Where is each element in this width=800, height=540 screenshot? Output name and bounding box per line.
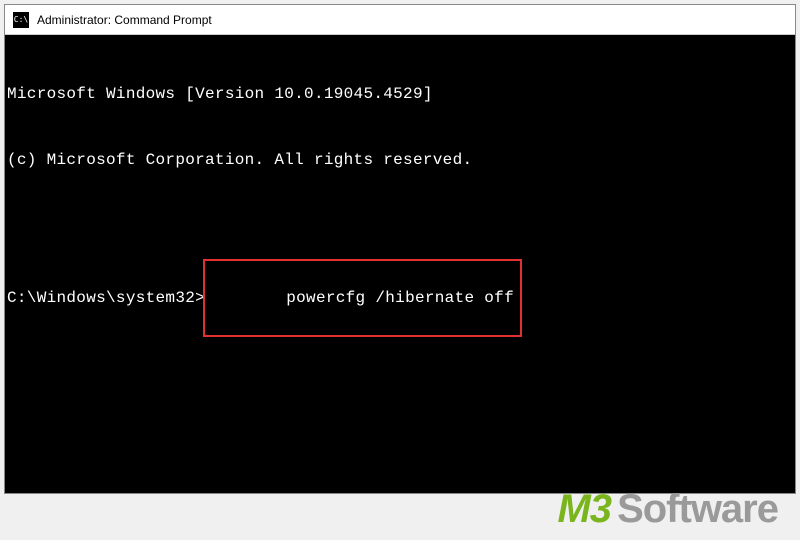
titlebar[interactable]: C:\ Administrator: Command Prompt (5, 5, 795, 35)
command-highlight: powercfg /hibernate off (203, 259, 522, 337)
cmd-icon-glyph: C:\ (14, 15, 28, 24)
watermark-software: Software (617, 487, 778, 532)
prompt-text: C:\Windows\system32> (7, 287, 205, 309)
watermark-logo: M3 Software (557, 487, 778, 532)
terminal-body[interactable]: Microsoft Windows [Version 10.0.19045.45… (5, 35, 795, 493)
prompt-line: C:\Windows\system32> powercfg /hibernate… (7, 259, 793, 337)
command-prompt-window: C:\ Administrator: Command Prompt Micros… (4, 4, 796, 494)
window-title: Administrator: Command Prompt (37, 13, 212, 27)
version-line: Microsoft Windows [Version 10.0.19045.45… (7, 83, 793, 105)
watermark-m3: M3 (557, 487, 611, 532)
cmd-icon: C:\ (13, 12, 29, 28)
copyright-line: (c) Microsoft Corporation. All rights re… (7, 149, 793, 171)
command-text: powercfg /hibernate off (286, 289, 514, 307)
